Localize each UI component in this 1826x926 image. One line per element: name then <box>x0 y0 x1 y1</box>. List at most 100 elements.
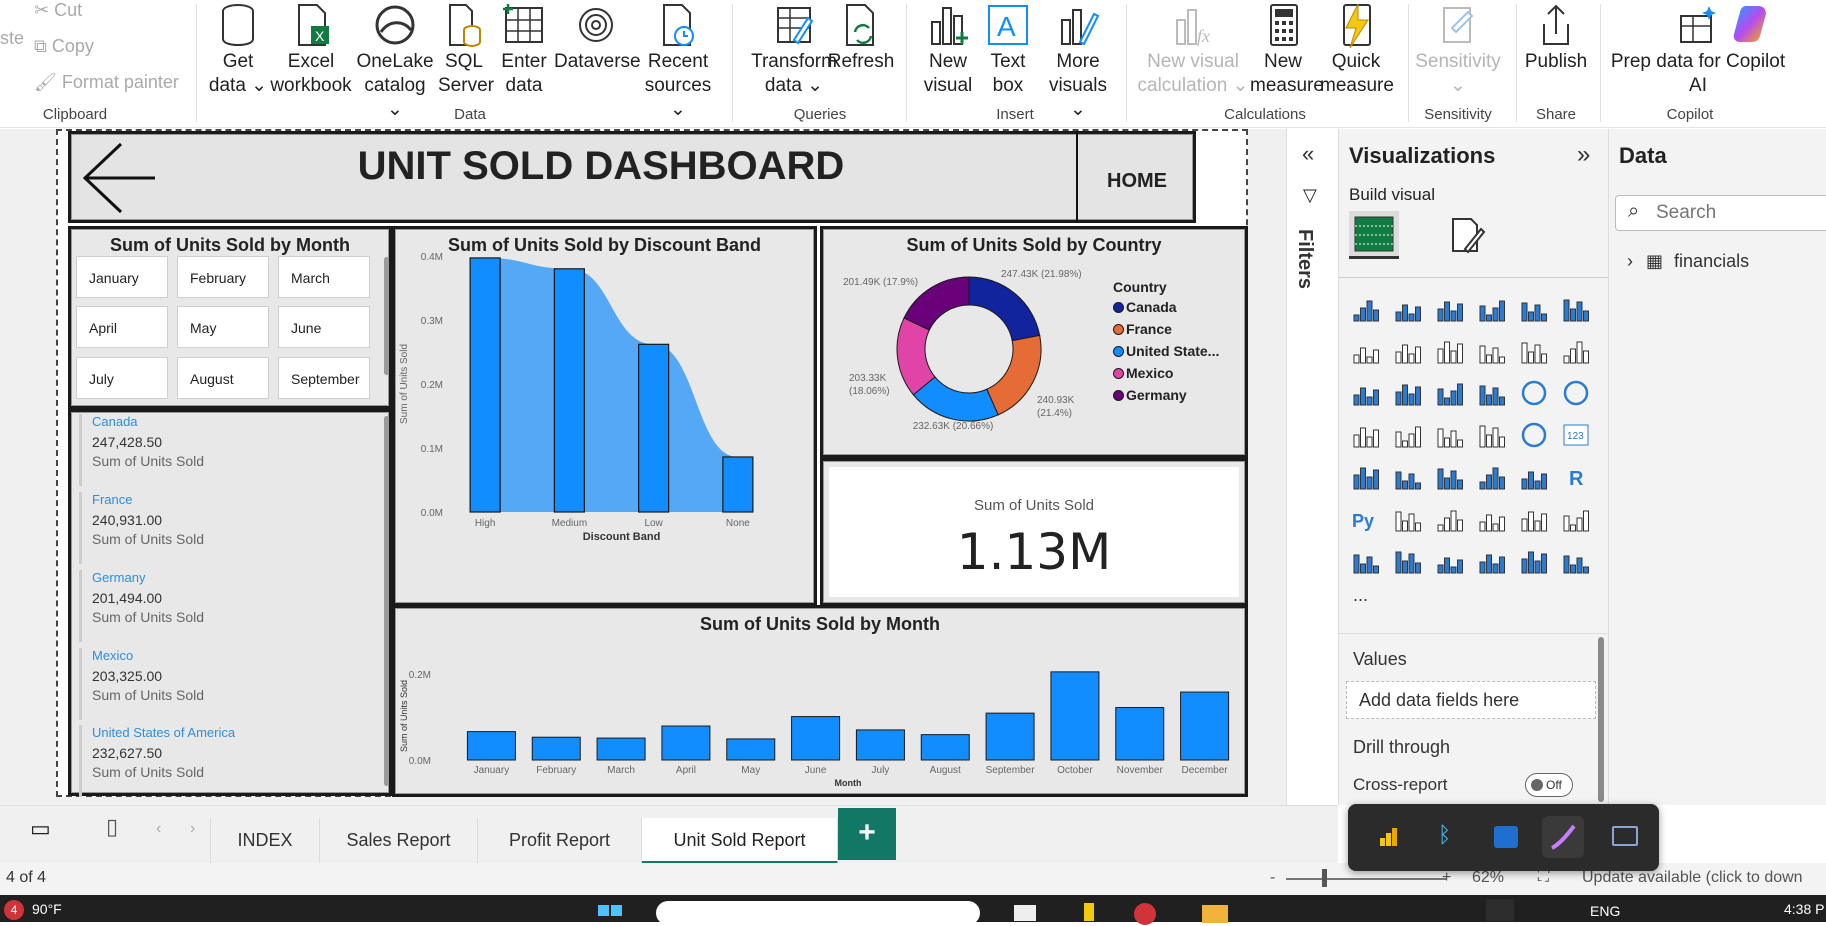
filters-pane[interactable]: « ▽ Filters <box>1286 129 1338 805</box>
legend-item[interactable]: Canada <box>1113 299 1219 315</box>
add-page-button[interactable]: + <box>838 808 896 860</box>
update-notice[interactable]: Update available (click to down <box>1582 869 1803 887</box>
ribbon-chart-icon[interactable] <box>1351 378 1381 408</box>
new-visual-button[interactable]: New visual <box>918 0 978 98</box>
viz-pane-scrollbar[interactable] <box>1598 637 1604 802</box>
legend-item[interactable]: Germany <box>1113 387 1219 403</box>
month-tile-february[interactable]: February <box>177 256 269 298</box>
slicer-icon[interactable] <box>1435 462 1465 492</box>
dataverse-button[interactable]: Dataverse <box>554 0 641 74</box>
mobile-view-icon[interactable]: ▯ <box>106 814 118 840</box>
month-tile-may[interactable]: May <box>177 306 269 348</box>
publish-button[interactable]: Publish <box>1522 0 1590 74</box>
pen-app-icon[interactable] <box>1542 816 1584 858</box>
sql-server-button[interactable]: SQL Server <box>438 0 494 98</box>
taskbar-search[interactable] <box>656 901 980 925</box>
next-page-icon[interactable]: › <box>190 820 195 838</box>
new-card-icon[interactable] <box>1393 546 1423 576</box>
data-search-box[interactable]: ⌕ <box>1615 195 1826 231</box>
tab-index[interactable]: INDEX <box>210 818 320 864</box>
button-slicer-icon[interactable] <box>1435 546 1465 576</box>
expand-filters-icon[interactable]: « <box>1302 141 1314 167</box>
legend-item[interactable]: United State... <box>1113 343 1219 359</box>
paginated-report-icon[interactable] <box>1351 546 1381 576</box>
paste-button-label[interactable]: ste <box>0 28 24 49</box>
decomposition-tree-icon[interactable] <box>1435 504 1465 534</box>
enter-data-button[interactable]: Enter data <box>496 0 552 98</box>
more-visuals-ellipsis[interactable]: ... <box>1353 585 1368 606</box>
excel-workbook-button[interactable]: X Excel workbook <box>270 0 352 98</box>
key-influencers-icon[interactable] <box>1393 504 1423 534</box>
arcgis-icon[interactable] <box>1561 546 1591 576</box>
month-tile-july[interactable]: July <box>76 357 168 399</box>
new-measure-button[interactable]: New measure <box>1250 0 1324 98</box>
tab-sales-report[interactable]: Sales Report <box>320 818 478 864</box>
values-field-well[interactable]: Add data fields here <box>1346 681 1596 719</box>
powerbi-tray-icon[interactable] <box>1378 826 1400 848</box>
month-tile-january[interactable]: January <box>76 256 168 298</box>
zoom-in-icon[interactable]: + <box>1442 869 1451 887</box>
card-icon[interactable]: 123 <box>1561 420 1591 450</box>
taskbar-app-icon[interactable] <box>1014 905 1036 921</box>
donut-chart-icon[interactable] <box>1561 378 1591 408</box>
pie-chart-icon[interactable] <box>1519 378 1549 408</box>
treemap-icon[interactable] <box>1351 420 1381 450</box>
r-visual-icon[interactable]: R <box>1561 462 1591 492</box>
card-list-scrollbar[interactable] <box>384 416 389 786</box>
format-visual-tab[interactable] <box>1447 215 1487 255</box>
line-chart-icon[interactable] <box>1351 336 1381 366</box>
cross-report-toggle[interactable]: Off <box>1525 773 1573 797</box>
slicer-scrollbar[interactable] <box>384 257 389 375</box>
multi-row-card-icon[interactable] <box>1351 462 1381 492</box>
table-icon[interactable] <box>1477 462 1507 492</box>
kpi-icon[interactable] <box>1393 462 1423 492</box>
100-column-icon[interactable] <box>1561 294 1591 324</box>
legend-item[interactable]: Mexico <box>1113 365 1219 381</box>
zoom-slider-thumb[interactable] <box>1322 869 1327 887</box>
refresh-button[interactable]: Refresh <box>826 0 896 74</box>
tab-profit-report[interactable]: Profit Report <box>478 818 642 864</box>
display-icon[interactable] <box>1612 826 1638 846</box>
100-bar-icon[interactable] <box>1519 294 1549 324</box>
matrix-icon[interactable] <box>1519 462 1549 492</box>
quick-measure-button[interactable]: Quick measure <box>1320 0 1394 98</box>
scatter-icon[interactable] <box>1477 378 1507 408</box>
table-item-financials[interactable]: › ▦ financials <box>1627 251 1749 272</box>
month-tile-march[interactable]: March <box>278 256 370 298</box>
clock[interactable]: 4:38 P <box>1784 901 1824 917</box>
taskbar-app-icon[interactable] <box>1486 899 1514 921</box>
clustered-bar-icon[interactable] <box>1435 294 1465 324</box>
language-indicator[interactable]: ENG <box>1590 903 1620 919</box>
legend-item[interactable]: France <box>1113 321 1219 337</box>
area-chart-icon[interactable] <box>1393 336 1423 366</box>
data-search-input[interactable] <box>1656 200 1826 226</box>
stacked-bar-icon[interactable] <box>1351 294 1381 324</box>
python-visual-icon[interactable]: Py <box>1351 504 1381 534</box>
filled-map-icon[interactable] <box>1435 420 1465 450</box>
prev-page-icon[interactable]: ‹ <box>156 820 161 838</box>
collapse-pane-icon[interactable]: » <box>1577 141 1590 169</box>
tab-unit-sold-report[interactable]: Unit Sold Report <box>642 818 838 864</box>
azure-map-icon[interactable] <box>1477 420 1507 450</box>
month-tile-april[interactable]: April <box>76 306 168 348</box>
copilot-icon[interactable] <box>1730 0 1776 46</box>
text-box-button[interactable]: A Text box <box>980 0 1036 98</box>
waterfall-icon[interactable] <box>1393 378 1423 408</box>
stacked-area-icon[interactable] <box>1435 336 1465 366</box>
zoom-slider-track[interactable] <box>1286 878 1446 880</box>
funnel-icon[interactable] <box>1435 378 1465 408</box>
network-app-icon[interactable] <box>1494 826 1518 848</box>
new-visual-calculation-button[interactable]: fx New visual calculation ⌄ <box>1134 0 1252 98</box>
line-column-icon[interactable] <box>1519 336 1549 366</box>
stacked-column-icon[interactable] <box>1393 294 1423 324</box>
more-visuals-button[interactable]: More visuals ⌄ <box>1040 0 1116 122</box>
copy-button[interactable]: ⧉ Copy <box>34 36 94 57</box>
zoom-out-icon[interactable]: - <box>1270 869 1275 887</box>
goals-icon[interactable] <box>1561 504 1591 534</box>
qa-icon[interactable] <box>1477 504 1507 534</box>
narrative-icon[interactable] <box>1519 504 1549 534</box>
map-icon[interactable] <box>1393 420 1423 450</box>
sensitivity-button[interactable]: Sensitivity ⌄ <box>1412 0 1504 98</box>
bluetooth-icon[interactable]: ᛒ <box>1438 822 1451 848</box>
recent-sources-button[interactable]: Recent sources ⌄ <box>638 0 718 122</box>
